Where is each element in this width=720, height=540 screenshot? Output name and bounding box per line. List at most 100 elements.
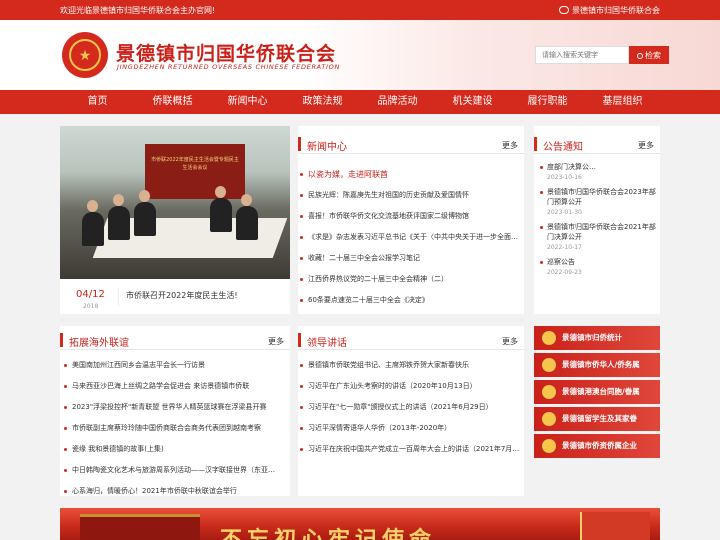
notice-item-date: 2022-09-23 [547, 269, 582, 276]
attendee-head [139, 190, 150, 202]
side-button-returnee-stats[interactable]: 景德镇市归侨统计 [534, 326, 660, 350]
news-item[interactable]: 60条要点速览二十届三中全会《决定》 [298, 290, 520, 311]
overseas-panel: 拓展海外联谊 更多 美国南加州江西同乡会温志平会长一行访景 马来西亚沙巴海上丝绸… [60, 326, 290, 496]
nav-item-policy[interactable]: 政策法规 [285, 90, 360, 114]
overseas-title: 拓展海外联谊 [69, 338, 129, 349]
leaders-item[interactable]: 习近平在广东汕头考察时的讲话（2020年10月13日） [298, 376, 520, 397]
attendee-head [241, 194, 252, 206]
side-button-label: 景德镇市侨华人/侨务属 [562, 360, 640, 369]
side-button-label: 景德镇市侨资侨属企业 [562, 441, 637, 450]
overseas-list: 美国南加州江西同乡会温志平会长一行访景 马来西亚沙巴海上丝绸之路学会促进会 来访… [62, 355, 286, 502]
overseas-item[interactable]: 心系海归，情暖侨心！2021年市侨联中秋联谊会举行 [62, 481, 286, 502]
nav-item-news[interactable]: 新闻中心 [210, 90, 285, 114]
notice-panel: 公告通知 更多 度部门决算公… 2023-10-16 景德镇市归国华侨联合会20… [534, 126, 660, 314]
welcome-text: 欢迎光临景德镇市归国华侨联合会主办官网! [60, 6, 216, 15]
gate-illustration [80, 514, 200, 540]
nav-item-activities[interactable]: 品牌活动 [360, 90, 435, 114]
slide-caption-text[interactable]: 市侨联召开2022年度民主生活! [126, 290, 238, 301]
side-button-label: 景德镇市归侨统计 [562, 333, 622, 342]
news-item[interactable]: 江西侨界热议党的二十届三中全会精神（二） [298, 269, 520, 290]
emblem-icon [542, 412, 556, 426]
attendee [210, 198, 232, 232]
site-title[interactable]: 景德镇市归国华侨联合会 [116, 39, 336, 66]
emblem-icon [542, 439, 556, 453]
leaders-list: 景德镇市侨联党组书记、主席郑铁乔贺大家新春快乐 习近平在广东汕头考察时的讲话（2… [298, 355, 520, 460]
news-panel: 新闻中心 更多 以瓷为媒，走进阿联酋 民族光辉：陈嘉庚先生对祖国的历史贡献及爱国… [298, 126, 524, 314]
news-header: 新闻中心 更多 [298, 134, 524, 154]
attendee-head [113, 194, 124, 206]
overseas-item[interactable]: 马来西亚沙巴海上丝绸之路学会促进会 来访景德镇市侨联 [62, 376, 286, 397]
site-header: ★ 景德镇市归国华侨联合会 JINGDEZHEN RETURNED OVERSE… [0, 20, 720, 90]
notice-more-link[interactable]: 更多 [638, 140, 654, 151]
nav-item-organization[interactable]: 机关建设 [435, 90, 510, 114]
overseas-header: 拓展海外联谊 更多 [60, 330, 290, 350]
leaders-panel: 领导讲话 更多 景德镇市侨联党组书记、主席郑铁乔贺大家新春快乐 习近平在广东汕头… [298, 326, 524, 496]
news-item[interactable]: 以瓷为媒，走进阿联酋 [298, 164, 520, 185]
nav-item-overview[interactable]: 侨联概括 [135, 90, 210, 114]
notice-item-title: 巡察公告 [547, 258, 575, 266]
slide-date: 04/12 [76, 289, 105, 300]
notice-item-date: 2022-10-17 [547, 244, 582, 251]
news-item[interactable]: 《求是》杂志发表习近平总书记《关于〈中共中央关于进一步全面… [298, 227, 520, 248]
nav-item-functions[interactable]: 履行职能 [510, 90, 585, 114]
notice-item[interactable]: 景德镇市归国华侨联合会2023年部门预算公开 2023-01-30 [540, 187, 656, 219]
slide-caption[interactable]: 04/12 2018 市侨联召开2022年度民主生活! [60, 279, 290, 314]
attendee [134, 202, 156, 236]
overseas-item[interactable]: 市侨联副主席蔡玲玲随中国侨商联合会商务代表团到越南考察 [62, 418, 286, 439]
notice-item[interactable]: 巡察公告 2022-09-23 [540, 257, 656, 279]
screen-text: 市侨联2022年度民主生活会暨专题民主生活会会议 [151, 157, 239, 171]
emblem-icon [542, 358, 556, 372]
search-icon [637, 52, 643, 59]
attendee [108, 206, 130, 240]
slogan-banner[interactable]: 不忘初心牢记使命 [60, 508, 660, 540]
overseas-more-link[interactable]: 更多 [268, 336, 284, 347]
side-button-students[interactable]: 景德镇留学生及其家眷 [534, 407, 660, 431]
federation-emblem-icon[interactable]: ★ [62, 32, 108, 78]
overseas-item[interactable]: 瓷缘 我和景德镇的故事(上集) [62, 439, 286, 460]
main-nav: 首页 侨联概括 新闻中心 政策法规 品牌活动 机关建设 履行职能 基层组织 [0, 90, 720, 114]
emblem-icon [542, 331, 556, 345]
contact-label: 景德镇市归国华侨联合会 [572, 6, 660, 15]
side-button-label: 景德镇留学生及其家眷 [562, 414, 637, 423]
notice-list: 度部门决算公… 2023-10-16 景德镇市归国华侨联合会2023年部门预算公… [540, 162, 656, 282]
side-button-enterprises[interactable]: 景德镇市侨资侨属企业 [534, 434, 660, 458]
news-item[interactable]: 收藏！二十届三中全会公报学习笔记 [298, 248, 520, 269]
leaders-item[interactable]: 景德镇市侨联党组书记、主席郑铁乔贺大家新春快乐 [298, 355, 520, 376]
section-marker [534, 137, 537, 151]
news-more-link[interactable]: 更多 [502, 140, 518, 151]
section-marker [60, 333, 63, 347]
notice-item[interactable]: 景德镇市归国华侨联合会2021年部门决算公开 2022-10-17 [540, 222, 656, 254]
leaders-more-link[interactable]: 更多 [502, 336, 518, 347]
news-item[interactable]: 喜报！市侨联华侨文化交流基地获评国家二级博物馆 [298, 206, 520, 227]
notice-item[interactable]: 度部门决算公… 2023-10-16 [540, 162, 656, 184]
search-button[interactable]: 检索 [629, 46, 669, 64]
nav-item-grassroots[interactable]: 基层组织 [585, 90, 660, 114]
overseas-item[interactable]: 2023"浮梁投控杯"新青联盟 世界华人精英篮球赛在浮梁县开赛 [62, 397, 286, 418]
banner-slogan: 不忘初心牢记使命 [220, 527, 437, 540]
leaders-item[interactable]: 习近平深情寄语华人华侨（2013年-2020年） [298, 418, 520, 439]
contact-link[interactable]: 景德镇市归国华侨联合会 [559, 5, 660, 16]
site-subtitle: JINGDEZHEN RETURNED OVERSEAS CHINESE FED… [117, 63, 341, 71]
news-item[interactable]: 民族光辉：陈嘉庚先生对祖国的历史贡献及爱国情怀 [298, 185, 520, 206]
notice-item-date: 2023-01-30 [547, 209, 582, 216]
section-marker [298, 333, 301, 347]
nav-item-home[interactable]: 首页 [60, 90, 135, 114]
leaders-item[interactable]: 习近平在"七一勋章"颁授仪式上的讲话（2021年6月29日） [298, 397, 520, 418]
search-box: 检索 [535, 46, 669, 64]
notice-item-title: 度部门决算公… [547, 163, 596, 171]
overseas-item[interactable]: 美国南加州江西同乡会温志平会长一行访景 [62, 355, 286, 376]
section-marker [298, 137, 301, 151]
leaders-item[interactable]: 习近平在庆祝中国共产党成立一百周年大会上的讲话（2021年7月… [298, 439, 520, 460]
flag-illustration [580, 512, 650, 540]
slide-photo[interactable]: 市侨联2022年度民主生活会暨专题民主生活会会议 [60, 126, 290, 279]
attendee [236, 206, 258, 240]
notice-item-title: 景德镇市归国华侨联合会2021年部门决算公开 [547, 223, 656, 241]
overseas-item[interactable]: 中日韩陶瓷文化艺术与旅游周系列活动——汉字联接世界（东亚… [62, 460, 286, 481]
side-button-label: 景德镇港澳台同胞/眷属 [562, 387, 640, 396]
attendee-head [87, 200, 98, 212]
attendee [82, 212, 104, 246]
side-button-overseas-chinese[interactable]: 景德镇市侨华人/侨务属 [534, 353, 660, 377]
search-input[interactable] [535, 46, 629, 64]
side-button-hk-macao-taiwan[interactable]: 景德镇港澳台同胞/眷属 [534, 380, 660, 404]
news-title: 新闻中心 [307, 142, 347, 153]
